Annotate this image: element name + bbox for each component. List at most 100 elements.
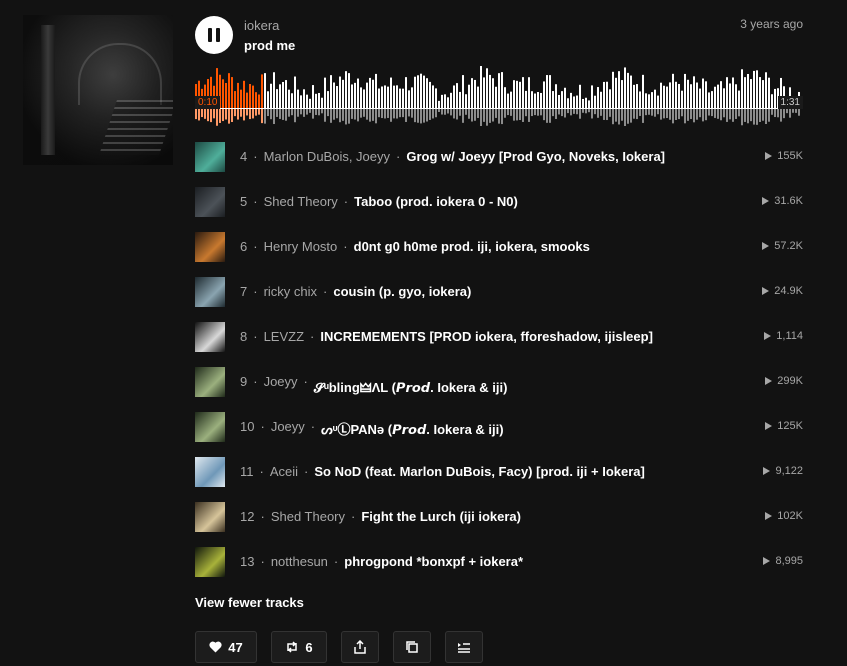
track-title[interactable]: prod me [244, 38, 295, 53]
waveform-reflection-bar [645, 109, 647, 116]
track-row[interactable]: 7 · ricky chix · cousin (p. gyo, iokera) 24.9… [195, 277, 803, 322]
track-row[interactable]: 5 · Shed Theory · Taboo (prod. iokera 0 - N0… [195, 187, 803, 232]
track-artist[interactable]: Joeyy [271, 419, 305, 438]
waveform-bar [279, 84, 281, 108]
waveform-reflection-bar [780, 109, 782, 122]
waveform-bar [396, 85, 398, 108]
copy-link-button[interactable] [393, 631, 431, 663]
waveform-bar [369, 77, 371, 108]
track-thumbnail[interactable] [195, 547, 225, 577]
track-meta: 12 · Shed Theory · Fight the Lurch (iji ioke… [240, 509, 521, 524]
track-row[interactable]: 6 · Henry Mosto · d0nt g0 h0me prod. iji, io… [195, 232, 803, 277]
waveform-reflection-bar [468, 109, 470, 119]
track-artist[interactable]: notthesun [271, 554, 328, 569]
waveform-bar [774, 88, 776, 108]
like-button[interactable]: 47 [195, 631, 257, 663]
track-number: 7 [240, 284, 248, 299]
waveform-reflection-bar [519, 109, 521, 120]
track-number: 6 [240, 239, 248, 254]
waveform-reflection-bar [318, 109, 320, 116]
track-thumbnail[interactable] [195, 412, 225, 442]
waveform-bar [741, 69, 743, 108]
track-name[interactable]: phrogpond *bonxpf + iokera* [344, 554, 523, 569]
track-name[interactable]: INCREMEMENTS [PROD iokera, fforeshadow, … [320, 329, 653, 344]
separator: · [260, 509, 265, 524]
track-row[interactable]: 4 · Marlon DuBois, Joeyy · Grog w/ Joeyy [Pr… [195, 142, 803, 187]
waveform-bar [354, 82, 356, 108]
waveform-reflection-bar [534, 109, 536, 116]
waveform[interactable] [195, 64, 803, 126]
track-artist[interactable]: Shed Theory [271, 509, 345, 524]
waveform-bar [702, 78, 704, 108]
track-artist[interactable]: Shed Theory [264, 194, 338, 209]
track-artist[interactable]: ricky chix [264, 284, 317, 299]
repost-button[interactable]: 6 [271, 631, 327, 663]
track-thumbnail[interactable] [195, 142, 225, 172]
track-name[interactable]: cousin (p. gyo, iokera) [333, 284, 471, 299]
track-name[interactable]: Fight the Lurch (iji iokera) [361, 509, 521, 524]
waveform-bar [507, 93, 509, 108]
track-thumbnail[interactable] [195, 277, 225, 307]
waveform-bar [552, 91, 554, 108]
track-name[interactable]: Grog w/ Joeyy [Prod Gyo, Noveks, Iokera] [406, 149, 665, 164]
track-row[interactable]: 12 · Shed Theory · Fight the Lurch (iji ioke… [195, 502, 803, 547]
play-icon [765, 422, 773, 430]
track-row[interactable]: 13 · notthesun · phrogpond *bonxpf + iokera*… [195, 547, 803, 592]
waveform-bar [621, 80, 623, 108]
track-row[interactable]: 11 · Aceii · So NoD (feat. Marlon DuBois, Fa… [195, 457, 803, 502]
waveform-bar [297, 89, 299, 108]
view-fewer-tracks-link[interactable]: View fewer tracks [195, 595, 304, 610]
album-artwork[interactable] [23, 15, 173, 165]
waveform-bar [255, 92, 257, 108]
track-name[interactable]: 𝓢ᵘbling🜲ΛL (𝙋𝙧𝙤𝙙. Iokera & iji) [314, 374, 508, 400]
artist-name[interactable]: iokera [244, 18, 279, 33]
waveform-bar [360, 87, 362, 108]
waveform-reflection-bar [312, 109, 314, 119]
track-name[interactable]: ᔕᶸⓁΡΑΝə (𝙋𝙧𝙤𝙙. Iokera & iji) [321, 419, 503, 438]
waveform-bar [402, 88, 404, 108]
track-row[interactable]: 9 · Joeyy · 𝓢ᵘbling🜲ΛL (𝙋𝙧𝙤𝙙. Iokera & iji) 2… [195, 367, 803, 412]
waveform-bar [498, 73, 500, 108]
track-name[interactable]: Taboo (prod. iokera 0 - N0) [354, 194, 518, 209]
waveform-bar [222, 79, 224, 108]
waveform-bar [468, 84, 470, 108]
waveform-bar [492, 78, 494, 108]
track-row[interactable]: 10 · Joeyy · ᔕᶸⓁΡΑΝə (𝙋𝙧𝙤𝙙. Iokera & iji) 125… [195, 412, 803, 457]
waveform-bar [624, 67, 626, 108]
waveform-bar [756, 70, 758, 108]
share-button[interactable] [341, 631, 379, 663]
track-meta: 10 · Joeyy · ᔕᶸⓁΡΑΝə (𝙋𝙧𝙤𝙙. Iokera & iji) [240, 419, 504, 438]
waveform-bar [618, 71, 620, 108]
track-artist[interactable]: LEVZZ [264, 329, 304, 344]
waveform-bar [399, 88, 401, 108]
waveform-bar [441, 94, 443, 108]
waveform-bar [351, 84, 353, 108]
waveform-bar [294, 76, 296, 108]
track-name[interactable]: d0nt g0 h0me prod. iji, iokera, smooks [354, 239, 590, 254]
track-thumbnail[interactable] [195, 367, 225, 397]
waveform-reflection-bar [681, 109, 683, 117]
track-thumbnail[interactable] [195, 187, 225, 217]
play-icon [765, 152, 773, 160]
play-count: 155K [765, 150, 803, 162]
separator: · [259, 464, 264, 479]
waveform-bar [633, 84, 635, 108]
waveform-baseline [195, 108, 803, 109]
track-artist[interactable]: Joeyy [264, 374, 298, 400]
track-artist[interactable]: Aceii [270, 464, 298, 479]
track-thumbnail[interactable] [195, 502, 225, 532]
waveform-reflection-bar [522, 109, 524, 122]
waveform-reflection-bar [393, 109, 395, 119]
track-artist[interactable]: Marlon DuBois, Joeyy [264, 149, 390, 164]
track-row[interactable]: 8 · LEVZZ · INCREMEMENTS [PROD iokera, ffore… [195, 322, 803, 367]
track-name[interactable]: So NoD (feat. Marlon DuBois, Facy) [prod… [314, 464, 644, 479]
add-to-queue-button[interactable] [445, 631, 483, 663]
track-thumbnail[interactable] [195, 232, 225, 262]
waveform-reflection-bar [639, 109, 641, 116]
waveform-reflection-bar [636, 109, 638, 120]
separator: · [260, 554, 265, 569]
pause-button[interactable] [195, 16, 233, 54]
track-artist[interactable]: Henry Mosto [264, 239, 338, 254]
track-thumbnail[interactable] [195, 457, 225, 487]
track-thumbnail[interactable] [195, 322, 225, 352]
